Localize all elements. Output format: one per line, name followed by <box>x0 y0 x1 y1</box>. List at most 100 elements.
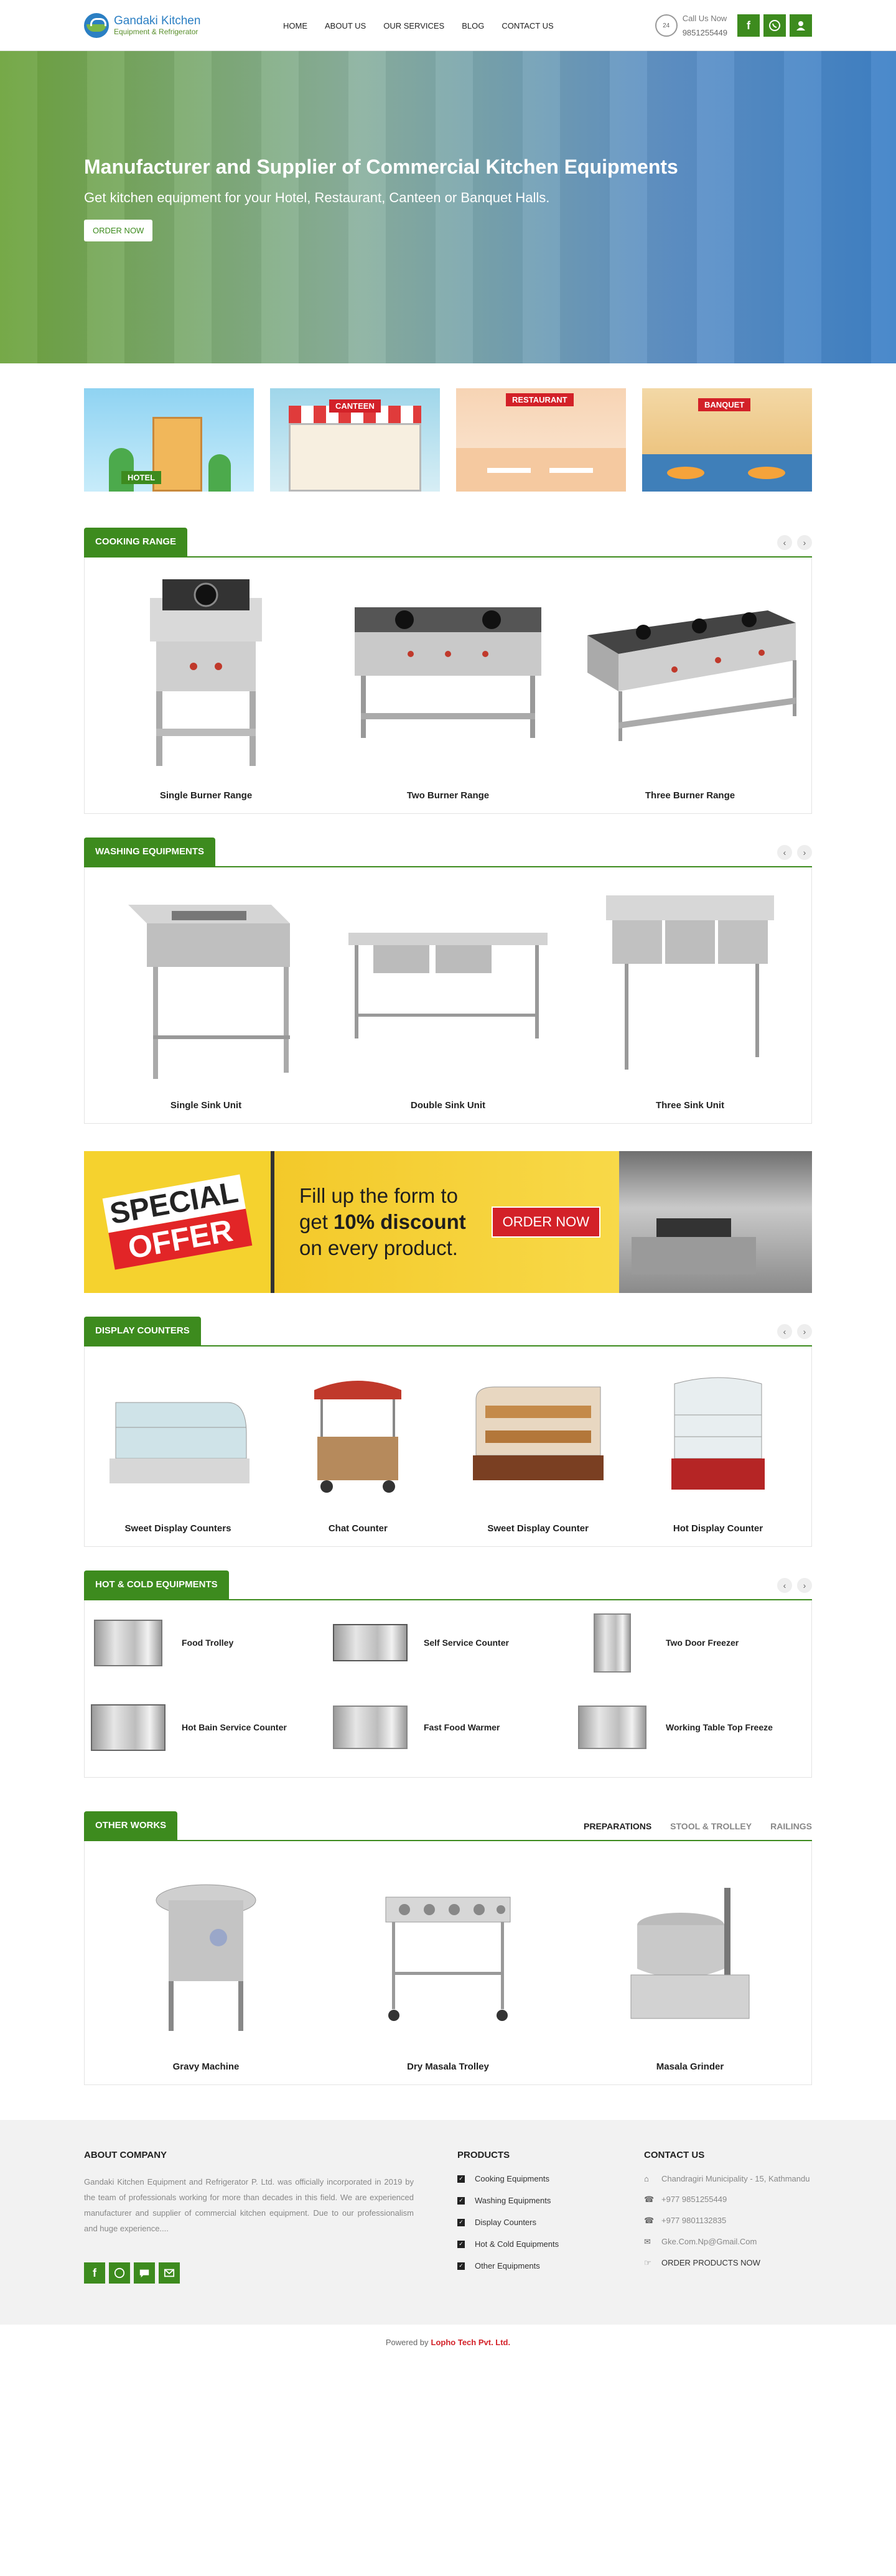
two-door-freezer-image <box>575 1612 650 1674</box>
category-label: RESTAURANT <box>506 393 574 406</box>
category-canteen[interactable]: CANTEEN <box>270 388 440 492</box>
footer-product-link[interactable]: ✓ Washing Equipments <box>457 2196 644 2205</box>
site-header: Gandaki Kitchen Equipment & Refrigerator… <box>0 0 896 51</box>
copyright-bar: Powered by Lopho Tech Pvt. Ltd. <box>0 2325 896 2359</box>
product-card[interactable]: Working Table Top Freeze <box>575 1696 805 1758</box>
footer-product-link[interactable]: ✓ Hot & Cold Equipments <box>457 2239 644 2249</box>
product-card[interactable]: Self Service Counter <box>333 1612 563 1674</box>
hand-pointer-icon: ☞ <box>644 2258 651 2267</box>
order-products-link[interactable]: ORDER PRODUCTS NOW <box>661 2258 760 2268</box>
contact-phone-1[interactable]: +977 9851255449 <box>661 2195 727 2205</box>
product-name: Sweet Display Counter <box>487 1523 589 1534</box>
logo[interactable]: Gandaki Kitchen Equipment & Refrigerator <box>84 13 240 38</box>
product-name: Working Table Top Freeze <box>666 1722 773 1732</box>
product-card[interactable]: Three Sink Unit <box>575 880 805 1111</box>
dry-masala-trolley-image <box>333 1866 563 2046</box>
chat-counter-image <box>271 1359 445 1508</box>
logo-subtitle: Equipment & Refrigerator <box>114 27 198 36</box>
chevron-right-icon[interactable]: › <box>797 535 812 550</box>
chevron-left-icon[interactable]: ‹ <box>777 1578 792 1593</box>
home-icon: ⌂ <box>644 2174 649 2183</box>
washing-section: WASHING EQUIPMENTS ‹ › Single Sink Unit … <box>84 838 812 1124</box>
product-card[interactable]: Fast Food Warmer <box>333 1696 563 1758</box>
category-label: BANQUET <box>698 398 751 411</box>
user-icon[interactable] <box>790 14 812 37</box>
product-name: Food Trolley <box>182 1638 234 1648</box>
hot-bain-service-counter-image <box>91 1696 166 1758</box>
product-name: Sweet Display Counters <box>124 1523 231 1534</box>
chevron-left-icon[interactable]: ‹ <box>777 1324 792 1339</box>
footer-product-link[interactable]: ✓ Cooking Equipments <box>457 2174 644 2183</box>
category-banquet[interactable]: BANQUET <box>642 388 812 492</box>
banner-order-button[interactable]: ORDER NOW <box>491 1206 600 1238</box>
single-sink-image <box>91 880 321 1085</box>
product-card[interactable]: Two Burner Range <box>333 570 563 801</box>
product-name: Double Sink Unit <box>411 1100 485 1111</box>
nav-services[interactable]: OUR SERVICES <box>383 21 444 30</box>
fast-food-warmer-image <box>333 1696 408 1758</box>
product-card[interactable]: Two Door Freezer <box>575 1612 805 1674</box>
tab-stool-trolley[interactable]: STOOL & TROLLEY <box>670 1821 752 1831</box>
nav-blog[interactable]: BLOG <box>462 21 484 30</box>
facebook-icon[interactable]: f <box>84 2262 105 2284</box>
sweet-display-counters-image <box>91 1359 265 1508</box>
contact-email[interactable]: Gke.Com.Np@Gmail.Com <box>661 2237 757 2247</box>
product-card[interactable]: Hot Bain Service Counter <box>91 1696 321 1758</box>
special-offer-banner[interactable]: SPECIAL OFFER Fill up the form to get 10… <box>84 1151 812 1293</box>
chevron-left-icon[interactable]: ‹ <box>777 845 792 860</box>
site-footer: ABOUT COMPANY Gandaki Kitchen Equipment … <box>0 2120 896 2325</box>
powered-by-label: Powered by <box>385 2337 429 2347</box>
contact-list: ⌂ Chandragiri Municipality - 15, Kathmand… <box>644 2174 812 2268</box>
footer-product-link[interactable]: ✓ Other Equipments <box>457 2261 644 2270</box>
product-card[interactable]: Masala Grinder <box>575 1866 805 2072</box>
logo-mark-icon <box>84 13 109 38</box>
category-label: CANTEEN <box>329 399 381 413</box>
footer-product-link[interactable]: ✓ Display Counters <box>457 2218 644 2227</box>
facebook-icon[interactable]: f <box>737 14 760 37</box>
chevron-left-icon[interactable]: ‹ <box>777 535 792 550</box>
powered-by-link[interactable]: Lopho Tech Pvt. Ltd. <box>431 2338 511 2347</box>
support-24-icon: 24 <box>655 14 678 37</box>
product-card[interactable]: Double Sink Unit <box>333 880 563 1111</box>
whatsapp-icon[interactable] <box>109 2262 130 2284</box>
other-works-section: OTHER WORKS PREPARATIONS STOOL & TROLLEY… <box>84 1811 812 2085</box>
nav-contact[interactable]: CONTACT US <box>502 21 553 30</box>
product-card[interactable]: Single Sink Unit <box>91 880 321 1111</box>
whatsapp-icon[interactable] <box>763 14 786 37</box>
check-icon: ✓ <box>457 2196 465 2205</box>
product-card[interactable]: Chat Counter <box>271 1359 445 1534</box>
nav-about[interactable]: ABOUT US <box>325 21 366 30</box>
nav-home[interactable]: HOME <box>283 21 307 30</box>
double-sink-image <box>333 880 563 1085</box>
working-table-top-freeze-image <box>575 1696 650 1758</box>
chevron-right-icon[interactable]: › <box>797 845 812 860</box>
product-card[interactable]: Single Burner Range <box>91 570 321 801</box>
category-restaurant[interactable]: RESTAURANT <box>456 388 626 492</box>
check-icon: ✓ <box>457 2240 465 2248</box>
phone-icon: ☎ <box>644 2195 655 2204</box>
two-burner-image <box>333 570 563 775</box>
chevron-right-icon[interactable]: › <box>797 1578 812 1593</box>
product-card[interactable]: Dry Masala Trolley <box>333 1866 563 2072</box>
product-card[interactable]: Sweet Display Counters <box>91 1359 265 1534</box>
product-card[interactable]: Food Trolley <box>91 1612 321 1674</box>
chat-icon[interactable] <box>134 2262 155 2284</box>
offer-line-3: on every product. <box>299 1236 458 1259</box>
tab-railings[interactable]: RAILINGS <box>770 1821 812 1831</box>
call-us[interactable]: 24 Call Us Now 9851255449 <box>655 14 727 37</box>
product-name: Masala Grinder <box>656 2061 724 2072</box>
product-card[interactable]: Sweet Display Counter <box>451 1359 625 1534</box>
mail-icon[interactable] <box>159 2262 180 2284</box>
contact-phone-2[interactable]: +977 9801132835 <box>661 2216 726 2226</box>
offer-line-1: Fill up the form to <box>299 1184 458 1207</box>
hero-order-button[interactable]: ORDER NOW <box>84 220 153 241</box>
tab-preparations[interactable]: PREPARATIONS <box>584 1821 651 1831</box>
product-card[interactable]: Gravy Machine <box>91 1866 321 2072</box>
call-number: 9851255449 <box>682 28 727 37</box>
product-card[interactable]: Hot Display Counter <box>631 1359 805 1534</box>
product-card[interactable]: Three Burner Range <box>575 570 805 801</box>
chevron-right-icon[interactable]: › <box>797 1324 812 1339</box>
category-hotel[interactable]: HOTEL <box>84 388 254 492</box>
products-title: PRODUCTS <box>457 2150 510 2160</box>
footer-product-label: Hot & Cold Equipments <box>475 2239 559 2249</box>
